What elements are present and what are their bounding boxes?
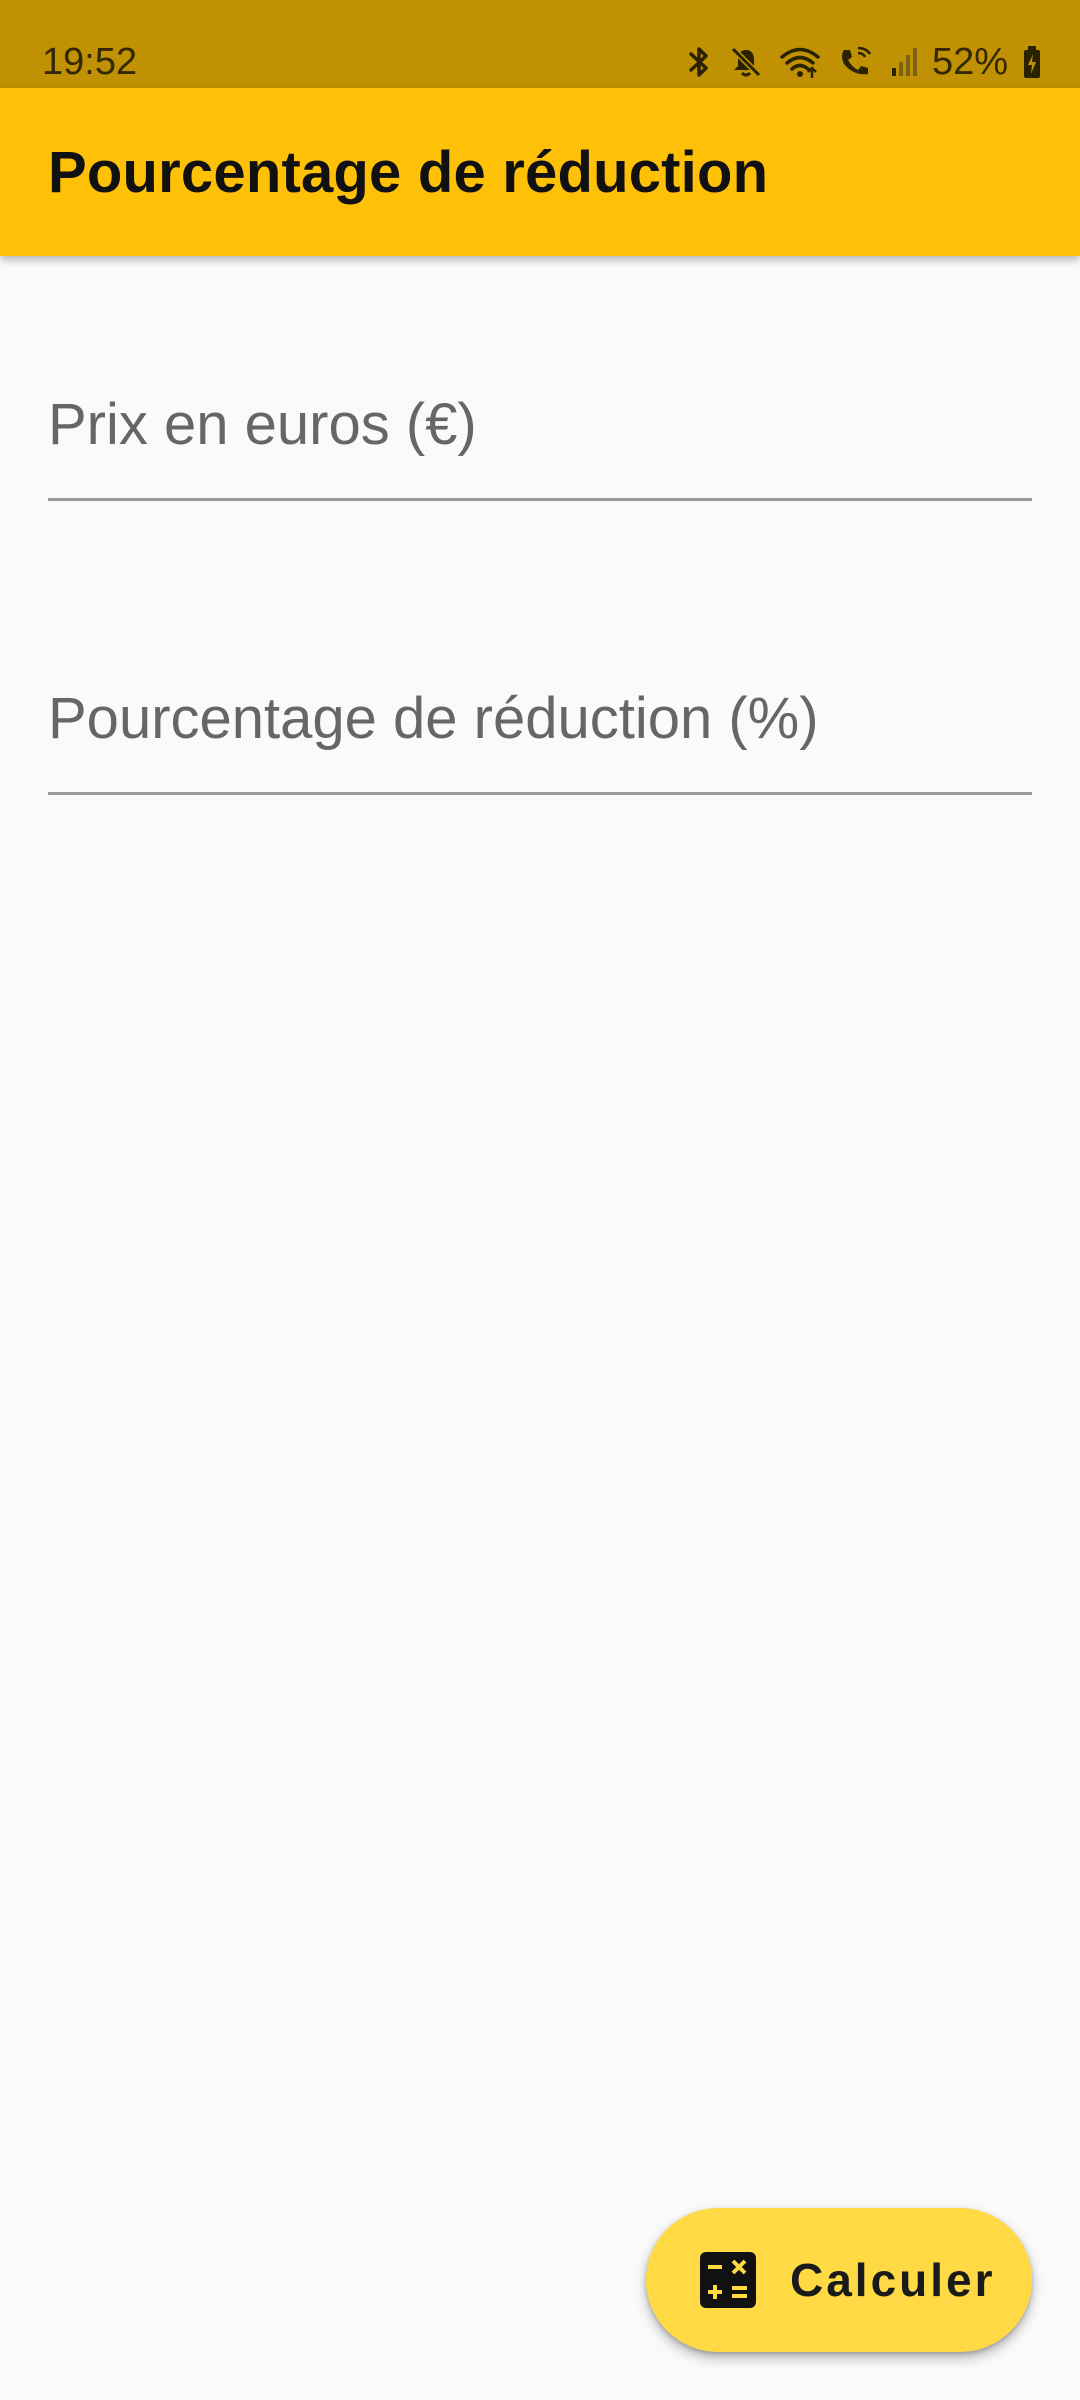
status-bar: 19:52 52%	[0, 0, 1080, 88]
battery-icon	[1022, 44, 1042, 80]
price-input[interactable]	[48, 368, 1032, 480]
status-icons: 52%	[684, 38, 1042, 86]
discount-input[interactable]	[48, 662, 1032, 774]
discount-field-underline	[48, 792, 1032, 795]
price-field[interactable]	[48, 368, 1032, 501]
mute-icon	[728, 44, 764, 80]
calculate-button-label: Calculer	[790, 2254, 996, 2306]
page-title: Pourcentage de réduction	[48, 140, 769, 205]
signal-icon	[890, 44, 918, 80]
price-field-underline	[48, 498, 1032, 501]
bluetooth-icon	[684, 44, 714, 80]
app-bar: Pourcentage de réduction	[0, 88, 1080, 256]
status-time: 19:52	[42, 41, 138, 83]
battery-percentage: 52%	[931, 41, 1008, 83]
discount-field[interactable]	[48, 662, 1032, 795]
wifi-calling-icon	[836, 44, 876, 80]
wifi-icon	[778, 44, 822, 80]
calculate-icon	[700, 2252, 756, 2308]
calculate-button[interactable]: Calculer	[646, 2208, 1032, 2352]
